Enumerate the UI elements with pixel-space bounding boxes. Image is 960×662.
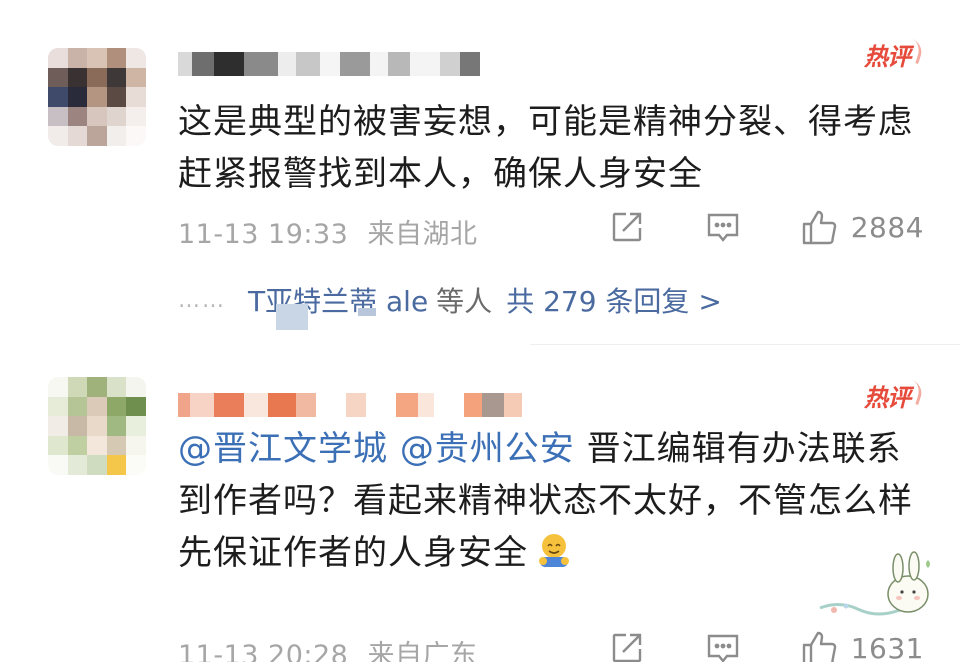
like-button[interactable]: 2884 xyxy=(801,208,924,246)
comment-icon[interactable] xyxy=(705,209,741,245)
comment-location: 来自湖北 xyxy=(367,219,478,250)
mention-link[interactable]: @贵州公安 xyxy=(400,429,575,469)
like-button[interactable]: 1631 xyxy=(801,629,924,662)
comment-time: 11-13 19:33 xyxy=(178,219,349,250)
comment-time: 11-13 20:28 xyxy=(178,640,349,662)
comment-location: 来自广东 xyxy=(367,640,478,662)
comment-meta: 11-13 19:33 来自湖北 xyxy=(178,212,477,251)
comment-actions: 1631 xyxy=(609,629,924,662)
like-count: 2884 xyxy=(850,210,924,244)
comment-text: @晋江文学城 @贵州公安 晋江编辑有办法联系到作者吗？看起来精神状态不太好，不管… xyxy=(178,423,918,579)
reply-total: 共 279 条回复 > xyxy=(506,285,722,318)
avatar[interactable] xyxy=(48,377,146,475)
avatar[interactable] xyxy=(48,48,146,146)
thumbs-up-icon xyxy=(802,210,836,245)
comment-actions: 2884 xyxy=(609,208,924,246)
share-icon[interactable] xyxy=(609,630,645,662)
thumbs-up-icon xyxy=(802,631,836,662)
mention-link[interactable]: @晋江文学城 xyxy=(178,429,388,469)
username-blurred[interactable] xyxy=(178,393,522,417)
comment-text: 这是典型的被害妄想，可能是精神分裂、得考虑赶紧报警找到本人，确保人身安全 xyxy=(178,102,913,194)
comment-meta: 11-13 20:28 来自广东 xyxy=(178,633,477,662)
comment-item: 热评 @晋江文学城 @贵州公安 晋江编辑有办法联系到作者吗？看起来精神状态不太好… xyxy=(0,345,960,662)
comment-icon[interactable] xyxy=(705,630,741,662)
blur-patch xyxy=(358,308,376,316)
comment-item: 热评 这是典型的被害妄想，可能是精神分裂、得考虑赶紧报警找到本人，确保人身安全 … xyxy=(0,0,960,345)
hug-emoji-icon xyxy=(539,534,569,567)
reply-summary-link[interactable]: …… T亚特兰蒂 ale 等人 共 279 条回复 > xyxy=(178,280,722,330)
share-icon[interactable] xyxy=(609,209,645,245)
hot-comment-badge: 热评 xyxy=(854,381,920,415)
blur-patch xyxy=(276,304,308,330)
like-count: 1631 xyxy=(850,631,924,662)
reply-suffix: 等人 xyxy=(436,285,493,318)
username-blurred[interactable] xyxy=(178,52,480,76)
bunny-sticker-icon xyxy=(819,551,930,616)
hot-comment-badge: 热评 xyxy=(854,40,920,74)
